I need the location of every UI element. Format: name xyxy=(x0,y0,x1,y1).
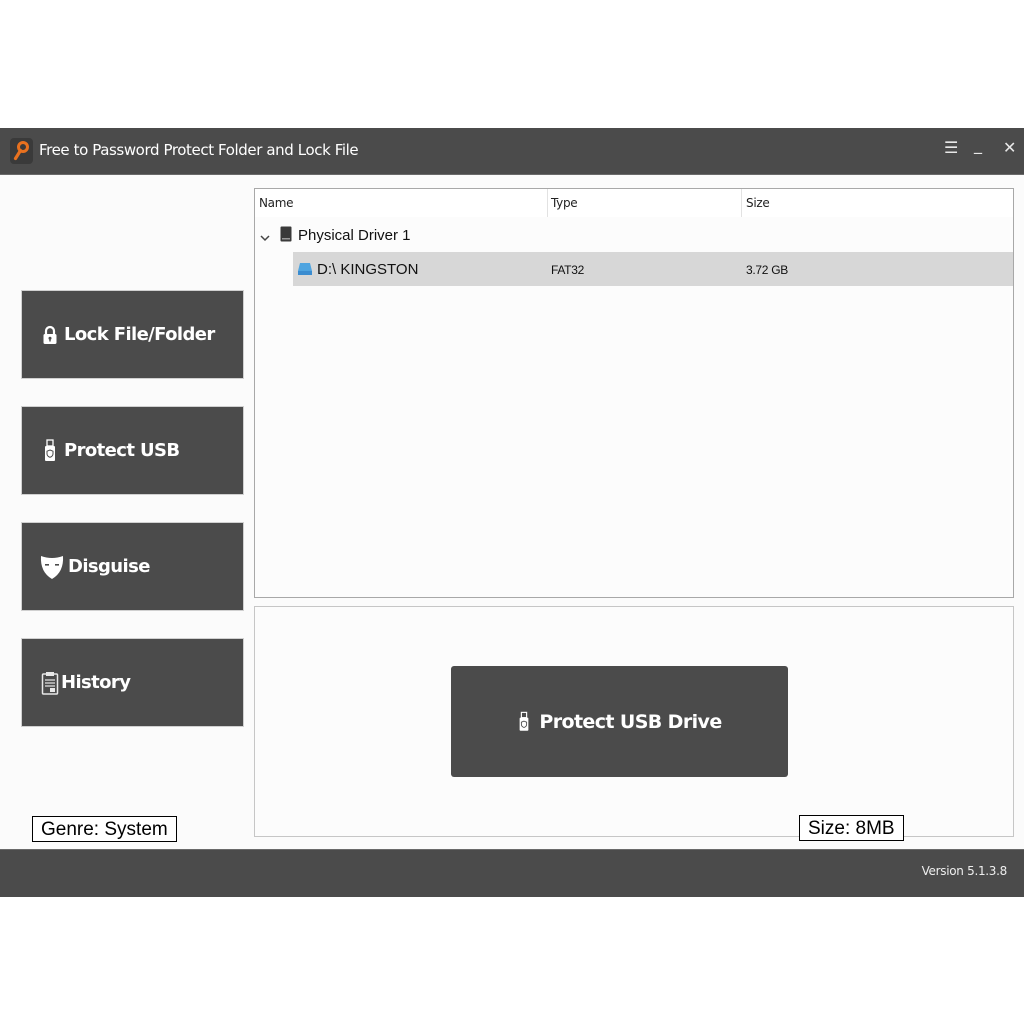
column-header-name[interactable]: Name xyxy=(259,196,294,210)
key-icon xyxy=(10,138,33,164)
window-title: Free to Password Protect Folder and Lock… xyxy=(39,141,359,159)
drive-size: 3.72 GB xyxy=(746,263,788,277)
version-text: Version 5.1.3.8 xyxy=(921,864,1008,878)
protect-usb-drive-label: Protect USB Drive xyxy=(539,710,722,733)
drive-name: D:\ KINGSTON xyxy=(317,261,419,278)
chevron-down-icon[interactable] xyxy=(260,228,270,246)
sidebar-item-label: Protect USB xyxy=(64,440,180,461)
sidebar-item-label: History xyxy=(61,672,131,693)
usb-drive-icon xyxy=(297,262,313,280)
drive-type: FAT32 xyxy=(551,263,584,277)
app-window: Free to Password Protect Folder and Lock… xyxy=(0,128,1024,897)
status-bar: Version 5.1.3.8 xyxy=(0,849,1024,897)
tree-row-physical-driver[interactable]: Physical Driver 1 xyxy=(255,218,1013,252)
minimize-button[interactable]: _ xyxy=(974,135,982,154)
sidebar-item-lock-file-folder[interactable]: Lock File/Folder xyxy=(21,290,244,379)
usb-icon xyxy=(517,710,531,734)
drive-list: Name Type Size Physical Driver 1 D:\ KIN… xyxy=(254,188,1014,598)
sidebar-item-label: Disguise xyxy=(68,556,150,577)
close-button[interactable]: ✕ xyxy=(1003,138,1016,157)
column-separator[interactable] xyxy=(547,189,548,217)
size-label: Size: 8MB xyxy=(799,815,904,841)
action-panel: Protect USB Drive xyxy=(254,606,1014,837)
column-header-type[interactable]: Type xyxy=(551,196,578,210)
column-separator[interactable] xyxy=(741,189,742,217)
genre-label: Genre: System xyxy=(32,816,177,842)
sidebar-item-label: Lock File/Folder xyxy=(64,324,215,345)
lock-icon xyxy=(42,325,58,345)
list-header: Name Type Size xyxy=(255,189,1013,217)
column-header-size[interactable]: Size xyxy=(746,196,770,210)
menu-icon[interactable]: ☰ xyxy=(944,138,958,157)
protect-usb-drive-button[interactable]: Protect USB Drive xyxy=(451,666,788,777)
sidebar-item-disguise[interactable]: Disguise xyxy=(21,522,244,611)
usb-icon xyxy=(42,438,58,463)
sidebar-item-history[interactable]: History xyxy=(21,638,244,727)
clipboard-icon xyxy=(41,671,59,695)
tree-row-kingston[interactable]: D:\ KINGSTON FAT32 3.72 GB xyxy=(255,252,1013,286)
sidebar-item-protect-usb[interactable]: Protect USB xyxy=(21,406,244,495)
hard-drive-icon xyxy=(280,226,292,246)
mask-icon xyxy=(40,554,64,580)
drive-name: Physical Driver 1 xyxy=(298,227,411,244)
title-bar: Free to Password Protect Folder and Lock… xyxy=(0,128,1024,175)
